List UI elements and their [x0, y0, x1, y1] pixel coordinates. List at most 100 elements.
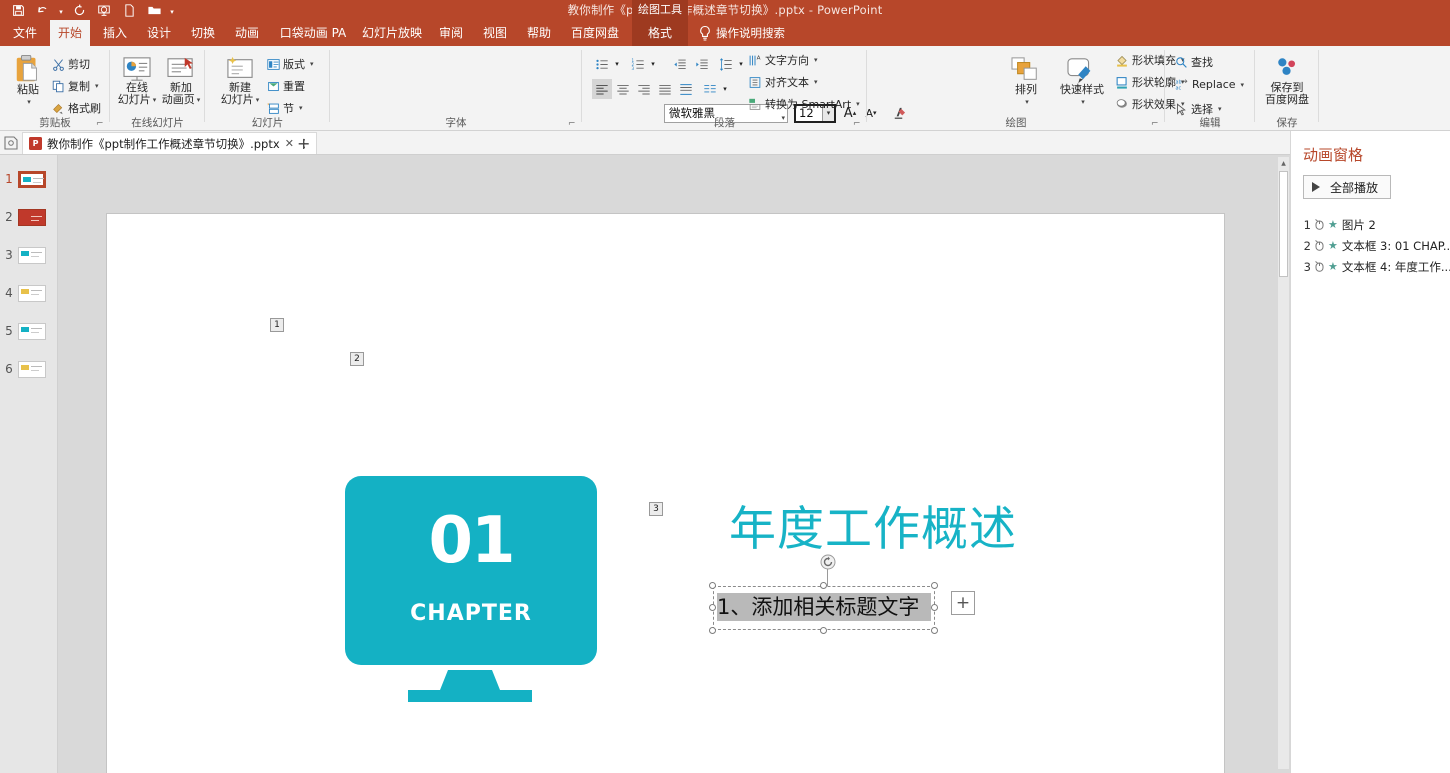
decrease-indent-button[interactable]: [670, 54, 690, 74]
align-text-button[interactable]: 对齐文本 ▾: [748, 74, 818, 90]
online-slide-dropdown-icon[interactable]: ▾: [153, 94, 157, 106]
resize-handle-bottom-center[interactable]: [820, 627, 827, 634]
scrollbar-thumb[interactable]: [1279, 171, 1288, 277]
tab-pocket-anim[interactable]: 口袋动画 PA: [272, 20, 354, 46]
animation-tag-3[interactable]: 3: [649, 502, 663, 516]
resize-handle-top-center[interactable]: [820, 582, 827, 589]
new-file-icon[interactable]: [117, 1, 141, 20]
copy-button[interactable]: 复制 ▾: [52, 78, 99, 94]
resize-handle-bottom-left[interactable]: [709, 627, 716, 634]
align-right-button[interactable]: [634, 79, 654, 99]
play-all-button[interactable]: 全部播放: [1303, 175, 1392, 199]
arrange-button[interactable]: 排列 ▾: [1002, 56, 1050, 108]
text-direction-button[interactable]: A 文字方向 ▾: [748, 52, 818, 68]
copy-dropdown-icon[interactable]: ▾: [95, 82, 99, 90]
replace-dropdown-icon[interactable]: ▾: [1241, 81, 1245, 89]
section-button[interactable]: 节 ▾: [267, 100, 303, 116]
chapter-monitor-shape[interactable]: 01 CHAPTER: [345, 476, 597, 665]
align-center-button[interactable]: [613, 79, 633, 99]
slide-thumbnail-4[interactable]: 4: [0, 275, 58, 311]
cut-button[interactable]: 剪切: [52, 56, 90, 72]
add-element-button[interactable]: +: [951, 591, 975, 615]
tab-file[interactable]: 文件: [6, 20, 44, 46]
bullets-button[interactable]: [592, 54, 612, 74]
resize-handle-bottom-right[interactable]: [931, 627, 938, 634]
drawing-dialog-launcher[interactable]: ⌐: [1151, 119, 1161, 129]
slide-canvas[interactable]: 01 CHAPTER 年度工作概述 1、添加相关标题文字 + 1 2 3: [107, 214, 1224, 773]
numbering-dropdown-icon[interactable]: ▾: [648, 54, 658, 74]
paste-button[interactable]: 粘贴 ▾: [6, 54, 50, 108]
selected-text-content[interactable]: 1、添加相关标题文字: [717, 593, 931, 621]
line-spacing-dropdown-icon[interactable]: ▾: [736, 54, 746, 74]
line-spacing-button[interactable]: [716, 54, 736, 74]
slide-heading[interactable]: 年度工作概述: [729, 506, 1017, 553]
animation-list-item-3[interactable]: 3 ★ 文本框 4: 年度工作...: [1301, 258, 1450, 275]
slide-thumbnail-6[interactable]: 6: [0, 351, 58, 387]
tab-format[interactable]: 格式: [632, 20, 688, 46]
quick-styles-dropdown-icon[interactable]: ▾: [1081, 96, 1085, 108]
resize-handle-middle-left[interactable]: [709, 604, 716, 611]
slide-edit-area[interactable]: ▲ 01 CHAPTER 年度工作概述 1、添加相关标题文字 + 1 2 3: [58, 155, 1290, 773]
arrange-dropdown-icon[interactable]: ▾: [1025, 96, 1029, 108]
paragraph-dialog-launcher[interactable]: ⌐: [853, 119, 863, 129]
slide-thumbnail-5[interactable]: 5: [0, 313, 58, 349]
slide-thumbnail-1[interactable]: 1: [0, 161, 58, 197]
tab-home[interactable]: 开始: [50, 20, 90, 46]
slide-thumbnail-2[interactable]: 2: [0, 199, 58, 235]
undo-dropdown-icon[interactable]: ▾: [56, 1, 66, 20]
tab-baidu-netdisk[interactable]: 百度网盘: [564, 20, 626, 46]
undo-icon[interactable]: [31, 1, 55, 20]
animation-list-item-2[interactable]: 2 ★ 文本框 3: 01 CHAP...: [1301, 237, 1450, 254]
tab-animations[interactable]: 动画: [228, 20, 266, 46]
find-button[interactable]: 查找: [1175, 54, 1213, 70]
layout-button[interactable]: 版式 ▾: [267, 56, 314, 72]
distribute-button[interactable]: [676, 79, 696, 99]
ribbon-tab-bar[interactable]: 文件 开始 插入 设计 切换 动画 口袋动画 PA 幻灯片放映 审阅 视图 帮助…: [0, 20, 1450, 46]
scroll-up-icon[interactable]: ▲: [1278, 157, 1289, 169]
paste-dropdown-icon[interactable]: ▾: [27, 96, 31, 108]
columns-dropdown-icon[interactable]: ▾: [720, 79, 730, 99]
selected-text-box[interactable]: 1、添加相关标题文字 +: [709, 554, 975, 634]
justify-button[interactable]: [655, 79, 675, 99]
columns-button[interactable]: [700, 79, 720, 99]
tell-me-box[interactable]: 操作说明搜索: [716, 20, 836, 46]
save-icon[interactable]: [6, 1, 30, 20]
resize-handle-middle-right[interactable]: [931, 604, 938, 611]
customize-qat-icon[interactable]: ▾: [167, 1, 177, 20]
align-text-dropdown-icon[interactable]: ▾: [814, 78, 818, 86]
animation-list-item-1[interactable]: 1 ★ 图片 2: [1301, 216, 1376, 233]
quick-access-toolbar[interactable]: ▾ ▾: [6, 0, 177, 20]
clipboard-dialog-launcher[interactable]: ⌐: [96, 119, 106, 129]
format-painter-button[interactable]: 格式刷: [52, 100, 101, 116]
slide-thumbnail-3[interactable]: 3: [0, 237, 58, 273]
tab-review[interactable]: 审阅: [432, 20, 470, 46]
backstage-icon[interactable]: [3, 135, 19, 151]
bullets-dropdown-icon[interactable]: ▾: [612, 54, 622, 74]
quick-styles-button[interactable]: 快速样式 ▾: [1052, 56, 1112, 108]
reset-button[interactable]: 重置: [267, 78, 305, 94]
font-dialog-launcher[interactable]: ⌐: [568, 119, 578, 129]
resize-handle-top-left[interactable]: [709, 582, 716, 589]
new-tab-button[interactable]: +: [297, 134, 310, 153]
tab-slideshow[interactable]: 幻灯片放映: [358, 20, 426, 46]
new-slide-button[interactable]: 新建 幻灯片 ▾: [213, 56, 267, 106]
select-dropdown-icon[interactable]: ▾: [1218, 105, 1222, 113]
rotation-handle-icon[interactable]: [820, 554, 836, 570]
start-slideshow-icon[interactable]: [92, 1, 116, 20]
save-to-baidu-netdisk-button[interactable]: 保存到 百度网盘: [1259, 54, 1315, 106]
document-tab[interactable]: P 教你制作《ppt制作工作概述章节切换》.pptx ✕ ⋮: [22, 132, 317, 154]
tab-help[interactable]: 帮助: [520, 20, 558, 46]
tab-design[interactable]: 设计: [140, 20, 178, 46]
smartart-dropdown-icon[interactable]: ▾: [856, 100, 860, 108]
resize-handle-top-right[interactable]: [931, 582, 938, 589]
increase-indent-button[interactable]: [692, 54, 712, 74]
online-slide-button[interactable]: 在线 幻灯片 ▾: [116, 56, 158, 106]
new-slide-dropdown-icon[interactable]: ▾: [256, 94, 260, 106]
tab-insert[interactable]: 插入: [96, 20, 134, 46]
animation-tag-1[interactable]: 1: [270, 318, 284, 332]
tab-transitions[interactable]: 切换: [184, 20, 222, 46]
convert-to-smartart-button[interactable]: 转换为 SmartArt ▾: [748, 96, 860, 112]
open-file-icon[interactable]: [142, 1, 166, 20]
add-animation-page-button[interactable]: 新加 动画页 ▾: [160, 56, 202, 106]
close-tab-icon[interactable]: ✕: [285, 137, 294, 150]
